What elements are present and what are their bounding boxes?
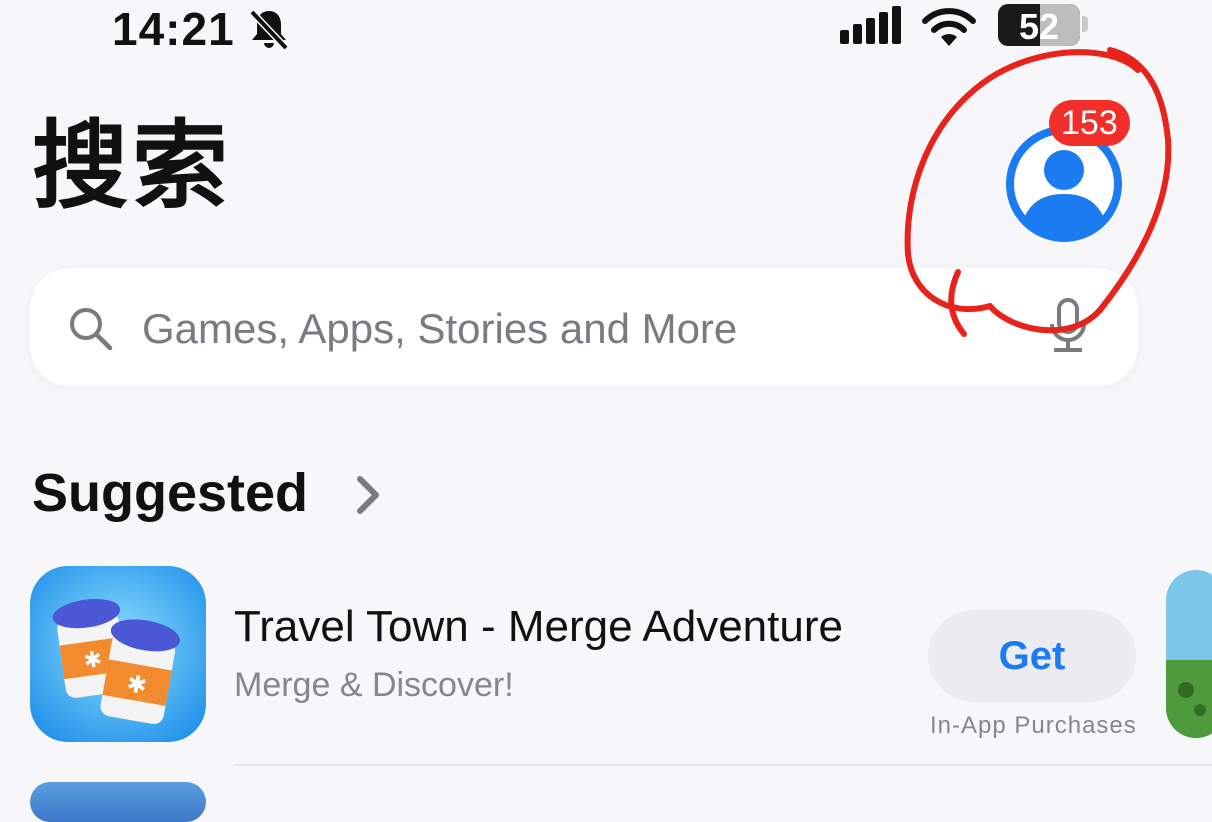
svg-text:✱: ✱ xyxy=(82,647,104,674)
chevron-right-icon[interactable] xyxy=(352,474,384,516)
notification-badge: 153 xyxy=(1049,100,1130,146)
battery-cap xyxy=(1082,16,1088,32)
row-divider xyxy=(234,764,1212,766)
app-name[interactable]: Travel Town - Merge Adventure xyxy=(234,602,843,652)
battery-icon: 52 xyxy=(998,4,1080,46)
wifi-icon xyxy=(922,8,976,46)
page-title: 搜索 xyxy=(32,110,232,222)
search-icon xyxy=(70,308,113,351)
cellular-signal-icon xyxy=(840,6,901,44)
app-subtitle: Merge & Discover! xyxy=(234,666,514,704)
next-app-row-peek xyxy=(30,782,206,822)
search-input[interactable] xyxy=(140,300,984,358)
bell-muted-icon xyxy=(249,9,289,51)
status-time: 14:21 xyxy=(112,3,235,55)
battery-level: 52 xyxy=(1018,6,1060,46)
app-icon[interactable]: ✱ ✱ xyxy=(30,566,206,742)
next-app-icon-peek[interactable] xyxy=(1166,570,1212,738)
get-button[interactable]: Get xyxy=(928,610,1136,702)
microphone-icon[interactable] xyxy=(1048,296,1088,356)
section-title-suggested[interactable]: Suggested xyxy=(32,462,308,524)
in-app-purchases-label: In-App Purchases xyxy=(930,712,1137,739)
